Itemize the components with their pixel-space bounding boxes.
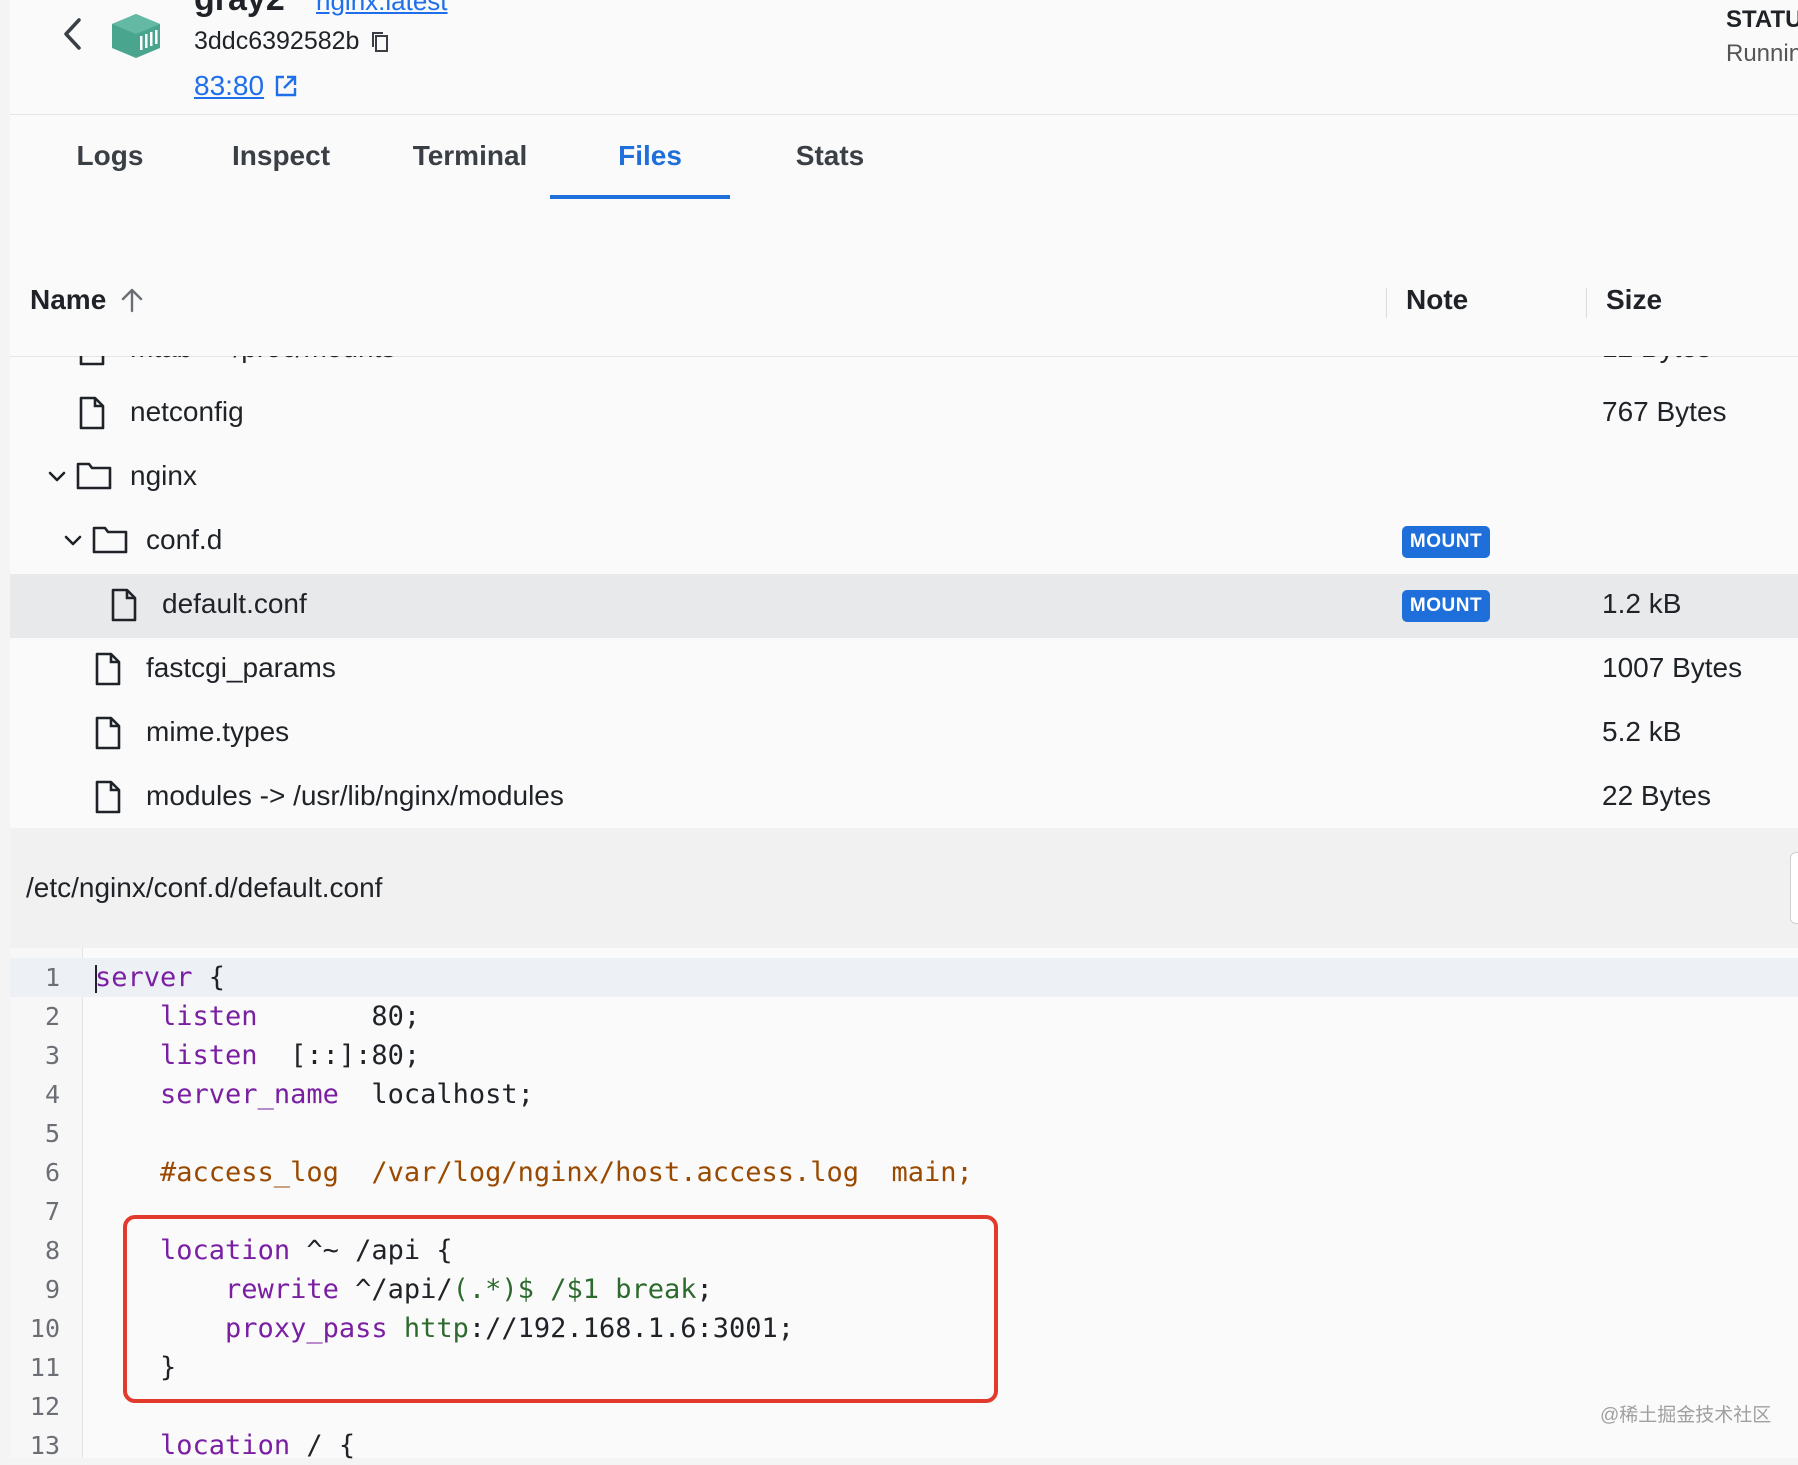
file-size: 22 Bytes (1602, 780, 1711, 811)
line-number: 3 (44, 1041, 60, 1070)
status-label: STATUS (1726, 6, 1798, 33)
line-number: 6 (44, 1158, 60, 1187)
code-text: listen 80; (160, 1001, 421, 1032)
container-id-text: 3ddc6392582b (194, 27, 360, 55)
folder-icon (92, 526, 128, 554)
file-icon (95, 652, 121, 686)
table-row[interactable]: modules -> /usr/lib/nginx/modules 22 Byt… (10, 766, 1798, 828)
column-name-label: Name (30, 284, 107, 315)
code-line[interactable]: 6 #access_log /var/log/nginx/host.access… (10, 1153, 1798, 1192)
image-link[interactable]: nginx:latest (316, 0, 448, 17)
code-text: location / { (160, 1430, 356, 1461)
table-row[interactable]: fastcgi_params 1007 Bytes (10, 638, 1798, 702)
tab-logs[interactable]: Logs (50, 140, 170, 196)
code-line[interactable]: 5 (10, 1114, 1798, 1153)
code-line[interactable]: 13 location / { (10, 1426, 1798, 1465)
line-number: 5 (44, 1119, 60, 1148)
table-row[interactable]: mime.types 5.2 kB (10, 702, 1798, 766)
scrollbar-handle[interactable] (1790, 852, 1798, 924)
file-path-bar: /etc/nginx/conf.d/default.conf (10, 828, 1798, 948)
code-text: listen [::]:80; (160, 1040, 421, 1071)
tab-bar: Logs Inspect Terminal Files Stats (10, 116, 1798, 200)
back-button[interactable] (54, 14, 90, 54)
table-row[interactable]: mtab -> /proc/mounts 12 Bytes (10, 356, 1798, 382)
file-size: 1.2 kB (1602, 588, 1682, 619)
files-table-body: mtab -> /proc/mounts 12 Bytes netconfig … (10, 356, 1798, 828)
copy-icon[interactable] (371, 31, 389, 53)
mount-badge: MOUNT (1402, 526, 1490, 558)
line-number: 11 (29, 1353, 60, 1382)
line-number: 8 (44, 1236, 60, 1265)
column-separator[interactable] (1386, 288, 1387, 318)
column-separator[interactable] (1586, 288, 1587, 318)
file-icon (111, 588, 137, 622)
line-number: 13 (29, 1431, 60, 1460)
file-icon (79, 396, 105, 430)
code-text: server_name localhost; (160, 1079, 534, 1110)
line-number: 7 (44, 1197, 60, 1226)
annotation-highlight-box (123, 1215, 998, 1403)
table-row[interactable]: conf.d MOUNT (10, 510, 1798, 574)
table-row[interactable]: nginx (10, 446, 1798, 510)
tab-files[interactable]: Files (560, 140, 740, 196)
file-name: modules -> /usr/lib/nginx/modules (146, 780, 564, 811)
file-icon (95, 716, 121, 750)
mount-badge: MOUNT (1402, 590, 1490, 622)
line-number: 9 (44, 1275, 60, 1304)
line-number: 2 (44, 1002, 60, 1031)
container-icon (110, 12, 162, 65)
column-size-header[interactable]: Size (1606, 284, 1662, 316)
tab-inspect[interactable]: Inspect (206, 140, 356, 196)
file-size: 767 Bytes (1602, 396, 1727, 427)
file-name: mime.types (146, 716, 290, 747)
column-name-header[interactable]: Name (30, 284, 144, 316)
tab-terminal[interactable]: Terminal (390, 140, 550, 196)
chevron-left-icon (64, 18, 81, 50)
files-table-header: Name Note Size (10, 258, 1798, 357)
file-path: /etc/nginx/conf.d/default.conf (26, 872, 383, 903)
line-number: 12 (29, 1392, 60, 1421)
code-text: server { (95, 962, 226, 993)
file-name: default.conf (162, 588, 307, 619)
folder-name: conf.d (146, 524, 223, 555)
chevron-down-icon[interactable] (64, 528, 82, 554)
code-line[interactable]: 2 listen 80; (10, 997, 1798, 1036)
file-name: fastcgi_params (146, 652, 336, 683)
file-size: 12 Bytes (1602, 356, 1711, 364)
code-line[interactable]: 1 server { (10, 958, 1798, 997)
port-link-text: 83:80 (194, 70, 265, 101)
code-line[interactable]: 3 listen [::]:80; (10, 1036, 1798, 1075)
container-id: 3ddc6392582b (194, 27, 389, 56)
file-name: netconfig (130, 396, 244, 427)
table-row[interactable]: default.conf MOUNT 1.2 kB (10, 574, 1798, 638)
line-number: 10 (29, 1314, 60, 1343)
folder-name: nginx (130, 460, 197, 491)
sort-ascending-icon (122, 288, 143, 313)
folder-icon (76, 462, 112, 490)
code-text: #access_log /var/log/nginx/host.access.l… (95, 1157, 973, 1188)
chevron-down-icon[interactable] (48, 464, 66, 490)
port-link[interactable]: 83:80 (194, 70, 298, 102)
external-link-icon (275, 75, 297, 97)
container-name: gray2 (194, 0, 285, 19)
active-tab-indicator (550, 195, 730, 199)
file-size: 1007 Bytes (1602, 652, 1743, 683)
watermark: @稀土掘金技术社区 (1600, 1405, 1772, 1426)
status-value: Running (1726, 40, 1798, 67)
file-icon (79, 356, 105, 366)
line-number: 1 (44, 963, 60, 992)
file-name: mtab -> /proc/mounts (130, 356, 395, 364)
line-number: 4 (44, 1080, 60, 1109)
tab-stats[interactable]: Stats (770, 140, 890, 196)
code-line[interactable]: 4 server_name localhost; (10, 1075, 1798, 1114)
column-note-header[interactable]: Note (1406, 284, 1468, 316)
file-size: 5.2 kB (1602, 716, 1682, 747)
table-row[interactable]: netconfig 767 Bytes (10, 382, 1798, 446)
file-icon (95, 780, 121, 814)
